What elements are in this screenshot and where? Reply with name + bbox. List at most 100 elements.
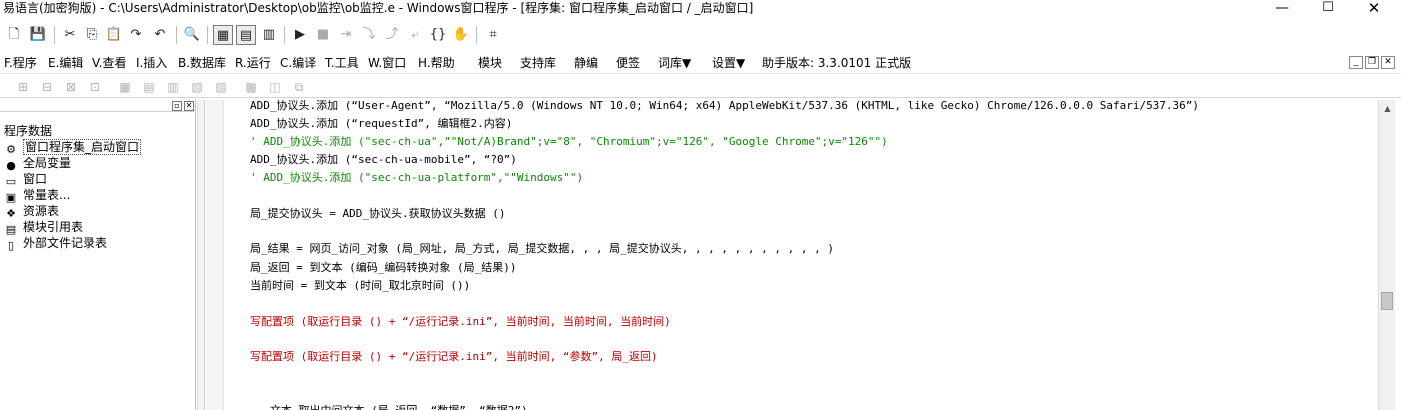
tree-root[interactable]: 程序数据 [4,123,52,139]
code-line[interactable]: 当前时间 = 到文本 (时间_取北京时间 ()) [250,277,470,295]
braces-icon[interactable]: {} [428,25,448,45]
same-size-icon[interactable]: ▨ [212,78,230,96]
code-line[interactable]: ADD_协议头.添加 (“requestId”, 编辑框2.内容) [250,115,512,133]
code-line[interactable]: 局_结果 = 网页_访问_对象 (局_网址, 局_方式, 局_提交数据, , ,… [250,240,834,258]
tree-item-window[interactable]: ▭ 窗口 [4,171,48,188]
undo-icon[interactable]: ↶ [150,25,170,45]
tree-item-constant-table[interactable]: ▣ 常量表... [4,187,71,204]
code-line[interactable]: ' ADD_协议头.添加 ("sec-ch-ua-platform",""Win… [250,169,583,187]
code-line[interactable]: 局_提交协议头 = ADD_协议头.获取协议头数据 () [250,205,505,223]
tree-item-resource-table[interactable]: ❖ 资源表 [4,203,60,220]
paste-icon[interactable]: 📋 [104,25,124,45]
assistant-version: 助手版本: 3.3.0101 正式版 [762,56,912,70]
tree-item-assembly[interactable]: ⚙ 窗口程序集_启动窗口 [4,139,142,156]
stop-icon[interactable]: ■ [313,25,333,45]
align-bottom-icon[interactable]: ▤ [140,78,158,96]
center-in-window-icon[interactable]: ⧉ [290,78,308,96]
panel-splitter[interactable] [197,100,205,410]
step-icon[interactable]: ⇥ [336,25,356,45]
code-editor[interactable]: ADD_协议头.添加 (“User-Agent”, “Mozilla/5.0 (… [206,97,1378,410]
mdi-close-button[interactable]: ✕ [1381,56,1395,69]
code-line[interactable]: 写配置项 (取运行目录 () + “/运行记录.ini”, 当前时间, 当前时间… [250,313,671,331]
align-middle-icon[interactable]: ▦ [116,78,134,96]
scroll-thumb[interactable] [1381,292,1393,310]
redo-icon[interactable]: ↷ [126,25,146,45]
space-horizontal-icon[interactable]: ▩ [242,78,260,96]
maximize-button[interactable]: ☐ [1313,0,1343,18]
panel-close-button[interactable]: ✕ [184,101,194,111]
menu-compile[interactable]: C.编译 [280,52,316,74]
menu-tools[interactable]: T.工具 [325,52,359,74]
new-file-icon[interactable]: 🗋 [4,25,24,45]
code-line[interactable]: ADD_协议头.添加 (“User-Agent”, “Mozilla/5.0 (… [250,97,1199,115]
menu-window[interactable]: W.窗口 [368,52,406,74]
mdi-restore-button[interactable]: ❐ [1365,56,1379,69]
menu-settings[interactable]: 设置▼ [712,52,745,74]
menu-view[interactable]: V.查看 [92,52,126,74]
menu-edit[interactable]: E.编辑 [48,52,83,74]
menu-static-compile[interactable]: 静编 [574,52,598,74]
menu-program[interactable]: F.程序 [4,52,37,74]
space-vertical-icon[interactable]: ◫ [266,78,284,96]
align-right-icon[interactable]: ⊠ [62,78,80,96]
tree-item-external-files[interactable]: ▯ 外部文件记录表 [4,235,108,252]
main-toolbar: 🗋 💾 ✂ ⎘ 📋 ↷ ↶ 🔍 ▦ ▤ ▥ ▶ ■ ⇥ ⤵ ⤴ ⤶ {} ✋ ⌗ [0,22,1401,50]
code-line[interactable]: 写配置项 (取运行目录 () + “/运行记录.ini”, 当前时间, “参数”… [250,348,658,366]
code-line[interactable]: 局_返回 = 到文本 (编码_编码转换对象 (局_结果)) [250,259,516,277]
window-title: 易语言(加密狗版) - C:\Users\Administrator\Deskt… [3,1,754,15]
layout-1-icon[interactable]: ▦ [213,25,233,45]
code-line[interactable]: 文本_取出中间文本 (局_返回, “数据”, “数据2”) [250,402,528,410]
menu-insert[interactable]: I.插入 [136,52,167,74]
step-out-icon[interactable]: ⤶ [405,25,425,45]
align-top-icon[interactable]: ⊡ [86,78,104,96]
align-center-icon[interactable]: ⊟ [38,78,56,96]
toolbar-separator [176,26,177,44]
find-icon[interactable]: 🔍 [182,25,202,45]
minimize-button[interactable]: — [1267,0,1297,18]
align-left-icon[interactable]: ⊞ [14,78,32,96]
panel-header: ▫ ✕ [0,100,196,112]
close-button[interactable]: ✕ [1359,0,1389,18]
tree-item-label: 窗口程序集_启动窗口 [23,139,142,155]
menu-bar: F.程序 E.编辑 V.查看 I.插入 B.数据库 R.运行 C.编译 T.工具… [0,52,1401,74]
tree-item-label: 模块引用表 [23,220,84,234]
menu-support-library[interactable]: 支持库 [520,52,556,74]
toolbar-separator [207,26,208,44]
title-bar: 易语言(加密狗版) - C:\Users\Administrator\Deskt… [0,0,1401,18]
tree-item-label: 全局变量 [23,156,72,170]
scroll-up-icon[interactable]: ▲ [1379,100,1396,117]
menu-lexicon[interactable]: 词库▼ [658,52,691,74]
menu-help[interactable]: H.帮助 [418,52,455,74]
menu-database[interactable]: B.数据库 [178,52,226,74]
same-height-icon[interactable]: ▧ [188,78,206,96]
menu-run[interactable]: R.运行 [235,52,271,74]
step-over-icon[interactable]: ⤴ [382,25,402,45]
mdi-minimize-button[interactable]: _ [1349,56,1363,69]
external-file-icon: ▯ [7,239,15,252]
save-icon[interactable]: 💾 [28,25,48,45]
tree-item-label: 资源表 [23,204,60,218]
menu-module[interactable]: 模块 [478,52,502,74]
binoculars-icon[interactable]: ⌗ [483,25,503,45]
vertical-scrollbar[interactable]: ▲ [1378,100,1395,410]
copy-icon[interactable]: ⎘ [82,25,102,45]
editor-gutter [206,100,224,410]
same-width-icon[interactable]: ▥ [164,78,182,96]
step-into-icon[interactable]: ⤵ [359,25,379,45]
code-line[interactable]: ' ADD_协议头.添加 ("sec-ch-ua",""Not/A)Brand"… [250,133,888,151]
tree-item-global-variables[interactable]: ● 全局变量 [4,155,72,172]
tree-item-label: 外部文件记录表 [23,236,108,250]
toolbar-separator [54,26,55,44]
menu-sticky-note[interactable]: 便签 [616,52,640,74]
layout-2-icon[interactable]: ▤ [236,25,256,45]
tree-item-module-reference[interactable]: ▤ 模块引用表 [4,219,84,236]
panel-pin-button[interactable]: ▫ [172,101,182,111]
layout-3-icon[interactable]: ▥ [259,25,279,45]
tree-item-label: 常量表... [23,188,71,202]
toolbar-separator [476,26,477,44]
cut-icon[interactable]: ✂ [60,25,80,45]
hand-icon[interactable]: ✋ [451,25,471,45]
run-icon[interactable]: ▶ [290,25,310,45]
code-line[interactable]: ADD_协议头.添加 (“sec-ch-ua-mobile”, “?0”) [250,151,517,169]
tree-item-label: 窗口 [23,172,48,186]
